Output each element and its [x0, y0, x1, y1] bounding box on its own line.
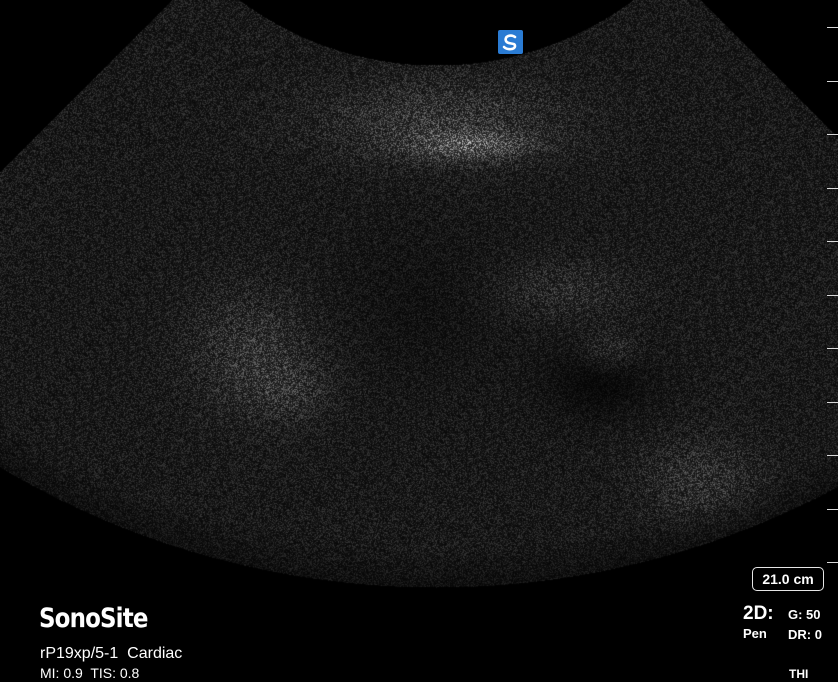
depth-tick: [827, 134, 838, 135]
depth-tick: [827, 562, 838, 563]
probe-preset-label: rP19xp/5-1 Cardiac: [40, 645, 183, 662]
imaging-mode-label: 2D:: [743, 603, 774, 624]
orientation-marker-icon: [498, 30, 523, 54]
dynamic-range-readout: DR: 0: [788, 627, 822, 642]
harmonics-indicator: THI: [789, 667, 809, 681]
ultrasound-image-sector: [0, 0, 838, 682]
depth-tick: [827, 188, 838, 189]
depth-scale: [826, 0, 838, 682]
depth-tick: [827, 348, 838, 349]
depth-tick: [827, 455, 838, 456]
imaging-submode-label: Pen: [743, 626, 767, 641]
depth-tick: [827, 81, 838, 82]
depth-tick: [827, 509, 838, 510]
brand-logo-text: SonoSite: [39, 603, 148, 634]
depth-readout: 21.0 cm: [752, 567, 824, 591]
depth-tick: [827, 241, 838, 242]
safety-indices: MI: 0.9 TIS: 0.8: [40, 665, 140, 681]
depth-tick: [827, 295, 838, 296]
depth-tick: [827, 402, 838, 403]
gain-readout: G: 50: [788, 607, 821, 622]
depth-tick: [827, 27, 838, 28]
